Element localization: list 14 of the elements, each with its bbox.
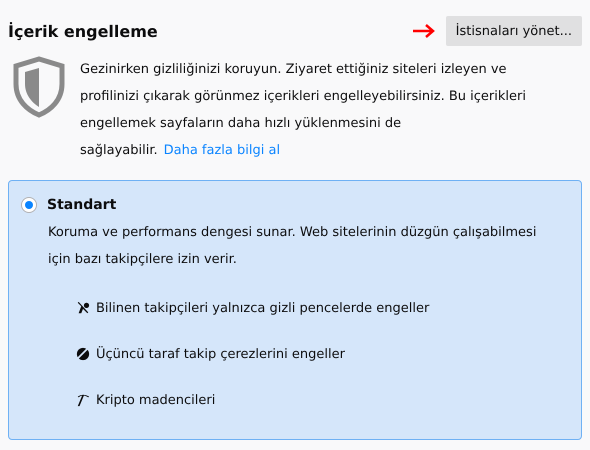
radio-button[interactable] — [21, 197, 37, 213]
feature-text: Üçüncü taraf takip çerezlerini engeller — [96, 346, 345, 362]
arrow-icon — [412, 24, 436, 38]
pickaxe-icon — [76, 393, 90, 407]
cookie-icon — [76, 347, 90, 361]
option-description: Koruma ve performans dengesi sunar. Web sitelerinin düzgün çalışabilmesi için bazı takipçilere izin verir. — [48, 224, 538, 269]
intro-paragraph: Gezinirken gizliliğinizi koruyun. Ziyaret ettiğiniz siteleri izleyen ve profilinizi çıkarak görünmez içerikleri engelleyebilirsiniz. Bu içerikleri engellemek sayfaların daha hızlı yüklenmesini de sağlayabilir. Daha fazla bilgi al — [80, 61, 527, 160]
manage-exceptions-button[interactable]: İstisnaları yönet... — [446, 16, 582, 46]
feature-text: Bilinen takipçileri yalnızca gizli pencelerde engeller — [96, 300, 430, 316]
feature-text: Kripto madencileri — [96, 392, 216, 408]
shield-icon — [12, 56, 66, 118]
section-title: İçerik engelleme — [8, 22, 158, 40]
tracker-icon — [76, 301, 90, 315]
option-label: Standart — [47, 197, 116, 213]
